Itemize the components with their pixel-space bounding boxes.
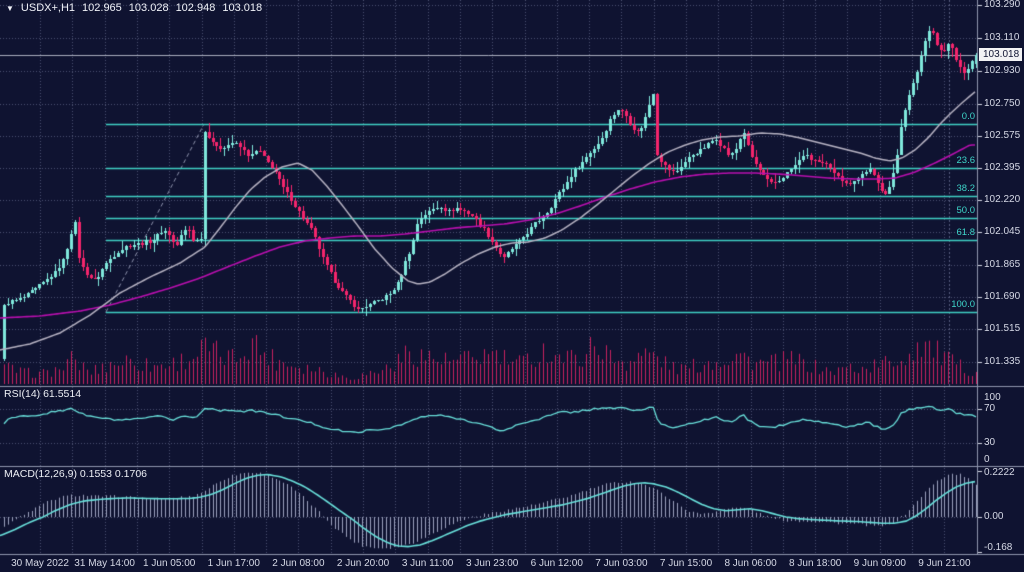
trading-chart-window: ▼ USDX+,H1 102.965 103.028 102.948 103.0… <box>0 0 1024 572</box>
chart-canvas[interactable] <box>0 0 1024 572</box>
